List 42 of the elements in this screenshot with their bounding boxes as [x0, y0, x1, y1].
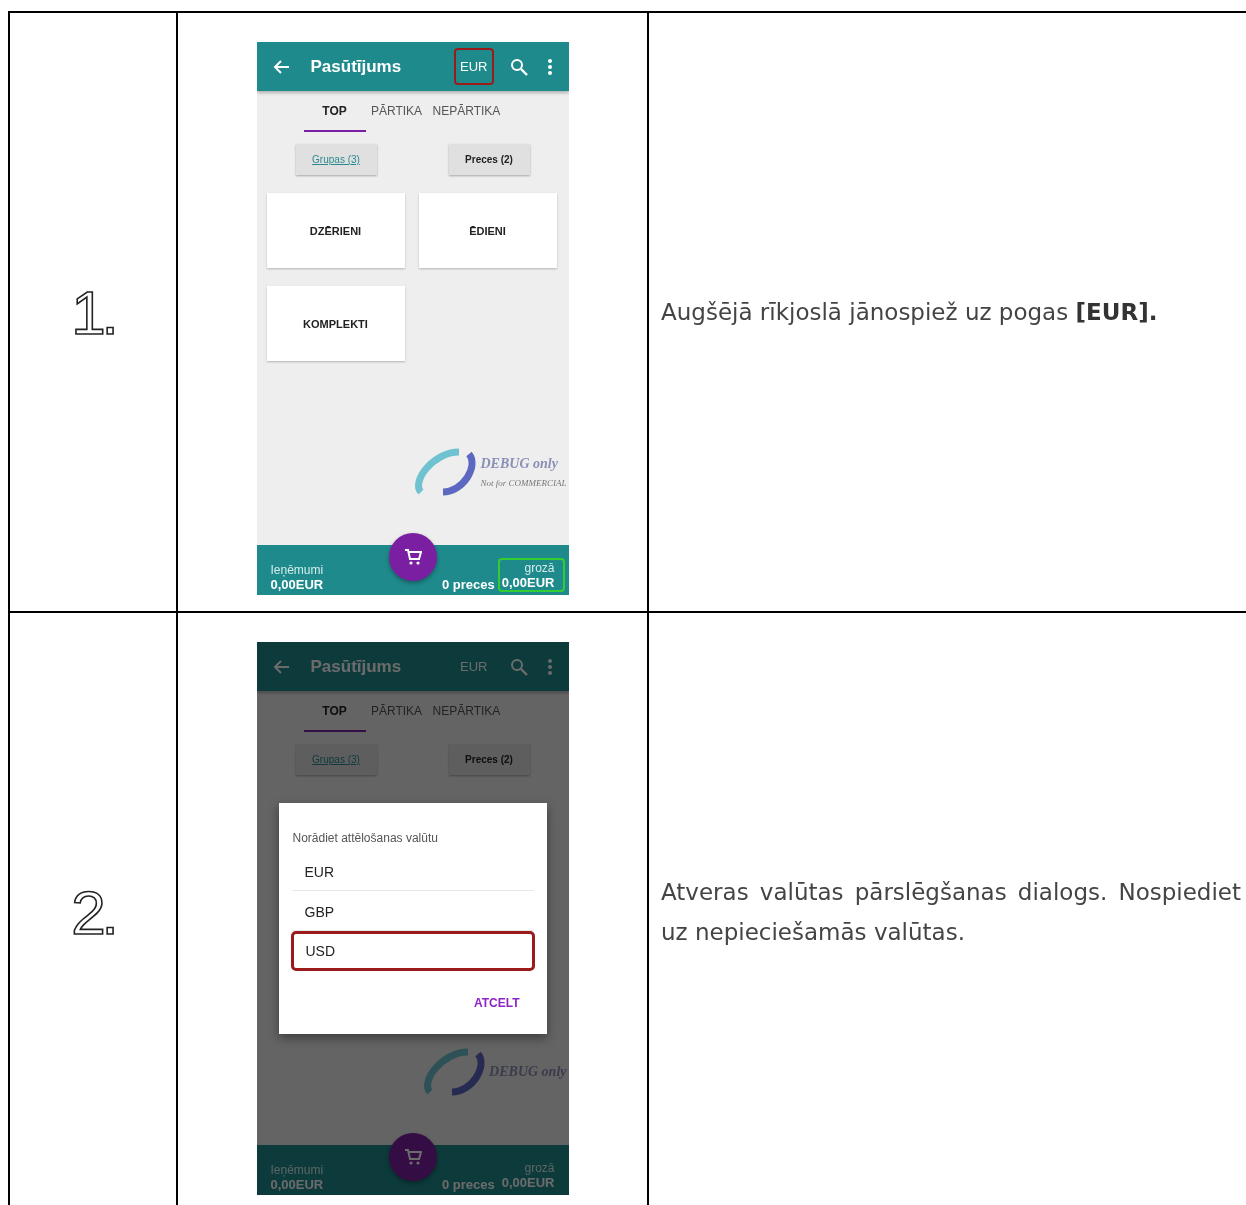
revenue-value: 0,00EUR [270, 1177, 324, 1192]
menu-icon[interactable] [547, 58, 552, 75]
category-tile[interactable]: ĒDIENI [418, 193, 557, 268]
screen-title: Pasūtījums [310, 656, 403, 677]
currency-option[interactable]: EUR [290, 851, 535, 891]
revenue-label: Ieņēmumi [270, 1163, 324, 1177]
category-tab[interactable]: TOP [303, 691, 366, 732]
dialog-title: Norādiet attēlošanas valūtu [292, 831, 439, 845]
currency-option[interactable]: USD [290, 931, 535, 971]
filter-button[interactable]: Preces (2) [448, 144, 530, 175]
cancel-button[interactable]: ATCELT [467, 995, 526, 1011]
swirl-logo-icon [422, 1046, 487, 1098]
category-tile[interactable]: KOMPLEKTI [266, 286, 405, 361]
cart-icon[interactable] [403, 548, 422, 566]
revenue-value: 0,00EUR [270, 577, 324, 592]
cart-total: 0,00EUR [501, 575, 555, 590]
step-number: 2. [71, 876, 115, 948]
search-icon[interactable] [509, 657, 528, 676]
step-description: Augšējā rīkjoslā jānospiež uz pogas [EUR]. [661, 298, 1159, 327]
category-tab[interactable]: PĀRTIKA [365, 91, 428, 132]
cart-total: 0,00EUR [501, 1175, 555, 1190]
swirl-logo-icon [413, 446, 478, 498]
screen-title: Pasūtījums [310, 56, 403, 77]
search-icon[interactable] [509, 57, 528, 76]
category-tab[interactable]: TOP [303, 91, 366, 132]
revenue-label: Ieņēmumi [270, 563, 324, 577]
cart-label: grozā [524, 1161, 555, 1175]
menu-icon[interactable] [547, 658, 552, 675]
watermark-text: DEBUG only [480, 456, 559, 472]
cart-label: grozā [524, 561, 555, 575]
category-tab[interactable]: NEPĀRTIKA [427, 91, 506, 132]
item-count: 0 preces [442, 577, 495, 592]
watermark-text: Not for COMMERCIAL [480, 478, 567, 488]
step-description: Atveras valūtas pārslēgšanas dialogs. Nospiediet uz nepieciešamās valūtas. [661, 878, 1241, 947]
currency-option[interactable]: GBP [290, 891, 535, 931]
currency-button[interactable]: EUR [454, 48, 494, 85]
step-number: 1. [71, 276, 115, 348]
back-arrow-icon[interactable] [272, 57, 291, 76]
cart-button[interactable] [388, 533, 437, 581]
back-arrow-icon[interactable] [272, 657, 291, 676]
category-tile[interactable]: DZĒRIENI [266, 193, 405, 268]
item-count: 0 preces [442, 1177, 495, 1192]
